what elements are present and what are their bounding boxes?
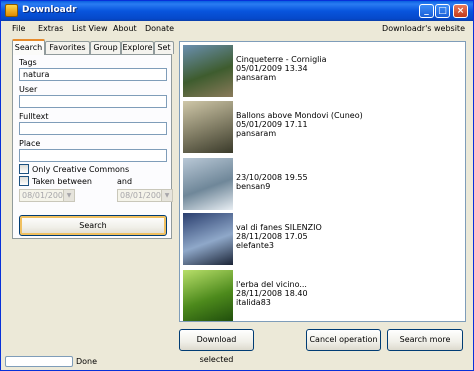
list-item[interactable]: val di fanes SILENZIO 28/11/2008 17.05 e…	[183, 213, 443, 268]
fulltext-input[interactable]	[19, 122, 167, 135]
result-date: 05/01/2009 13.34	[236, 64, 308, 73]
download-selected-button[interactable]: Download selected	[179, 329, 254, 364]
result-user: pansaram	[236, 73, 277, 82]
close-button[interactable]: ×	[453, 4, 468, 18]
tags-input[interactable]: natura	[19, 68, 167, 81]
minimize-button[interactable]: _	[419, 4, 434, 18]
website-link[interactable]: Downloadr's website	[382, 24, 465, 33]
tab-favorites[interactable]: Favorites	[45, 41, 90, 54]
menu-about[interactable]: About	[113, 24, 137, 33]
date-to-picker[interactable]: 08/01/2009 ▼	[117, 189, 173, 202]
tab-group[interactable]: Group	[90, 41, 121, 54]
list-item[interactable]: Cinqueterre - Corniglia 05/01/2009 13.34…	[183, 45, 443, 100]
result-title: 23/10/2008 19.55	[236, 173, 308, 182]
result-date: 28/11/2008 17.05	[236, 232, 308, 241]
list-item[interactable]: Ballons above Mondovi (Cuneo) 05/01/2009…	[183, 101, 443, 156]
and-label: and	[117, 177, 133, 186]
window-title: Downloadr	[22, 5, 77, 15]
result-title: Ballons above Mondovi (Cuneo)	[236, 111, 363, 120]
menu-bar: File Extras List View About Donate Downl…	[1, 21, 473, 37]
maximize-button[interactable]: □	[435, 4, 450, 18]
progress-bar	[5, 356, 73, 367]
tab-set[interactable]: Set	[154, 41, 174, 54]
result-title: val di fanes SILENZIO	[236, 223, 322, 232]
menu-list-view[interactable]: List View	[72, 24, 108, 33]
search-panel: Tags natura User Fulltext Place Only Cre…	[12, 54, 173, 239]
chevron-down-icon[interactable]: ▼	[161, 190, 172, 201]
result-date: bensan9	[236, 182, 271, 191]
title-bar[interactable]: Downloadr _ □ ×	[1, 1, 473, 21]
list-item[interactable]: l'erba del vicino... 28/11/2008 18.40 it…	[183, 270, 443, 321]
main-window: Downloadr _ □ × File Extras List View Ab…	[0, 0, 474, 371]
result-title: l'erba del vicino...	[236, 280, 307, 289]
date-to-value: 08/01/2009	[120, 191, 167, 200]
result-date: 05/01/2009 17.11	[236, 120, 308, 129]
tab-explore[interactable]: Explore	[121, 41, 154, 54]
menu-file[interactable]: File	[12, 24, 25, 33]
search-button[interactable]: Search	[19, 215, 167, 236]
photo-thumbnail	[183, 101, 233, 153]
menu-donate[interactable]: Donate	[145, 24, 174, 33]
taken-between-checkbox[interactable]	[19, 176, 29, 186]
photo-thumbnail	[183, 45, 233, 97]
search-more-button[interactable]: Search more	[387, 329, 463, 351]
result-title: Cinqueterre - Corniglia	[236, 55, 327, 64]
result-user: pansaram	[236, 129, 277, 138]
date-from-value: 08/01/2009	[22, 191, 69, 200]
user-label: User	[19, 85, 38, 94]
place-label: Place	[19, 139, 41, 148]
results-list[interactable]: Cinqueterre - Corniglia 05/01/2009 13.34…	[179, 41, 466, 322]
app-icon	[5, 4, 18, 17]
taken-between-label: Taken between	[32, 177, 92, 186]
status-text: Done	[76, 357, 98, 366]
photo-thumbnail	[183, 270, 233, 321]
menu-extras[interactable]: Extras	[38, 24, 63, 33]
tab-search[interactable]: Search	[12, 39, 45, 55]
only-cc-label: Only Creative Commons	[32, 165, 130, 174]
result-date: 28/11/2008 18.40	[236, 289, 308, 298]
cancel-operation-button[interactable]: Cancel operation	[306, 329, 381, 351]
tags-label: Tags	[19, 58, 37, 67]
photo-thumbnail	[183, 213, 233, 265]
chevron-down-icon[interactable]: ▼	[63, 190, 74, 201]
result-user: elefante3	[236, 241, 275, 250]
place-input[interactable]	[19, 149, 167, 162]
photo-thumbnail	[183, 158, 233, 210]
date-from-picker[interactable]: 08/01/2009 ▼	[19, 189, 75, 202]
user-input[interactable]	[19, 95, 167, 108]
result-user: italida83	[236, 298, 271, 307]
fulltext-label: Fulltext	[19, 112, 49, 121]
list-item[interactable]: 23/10/2008 19.55 bensan9	[183, 158, 443, 213]
only-cc-checkbox[interactable]	[19, 164, 29, 174]
